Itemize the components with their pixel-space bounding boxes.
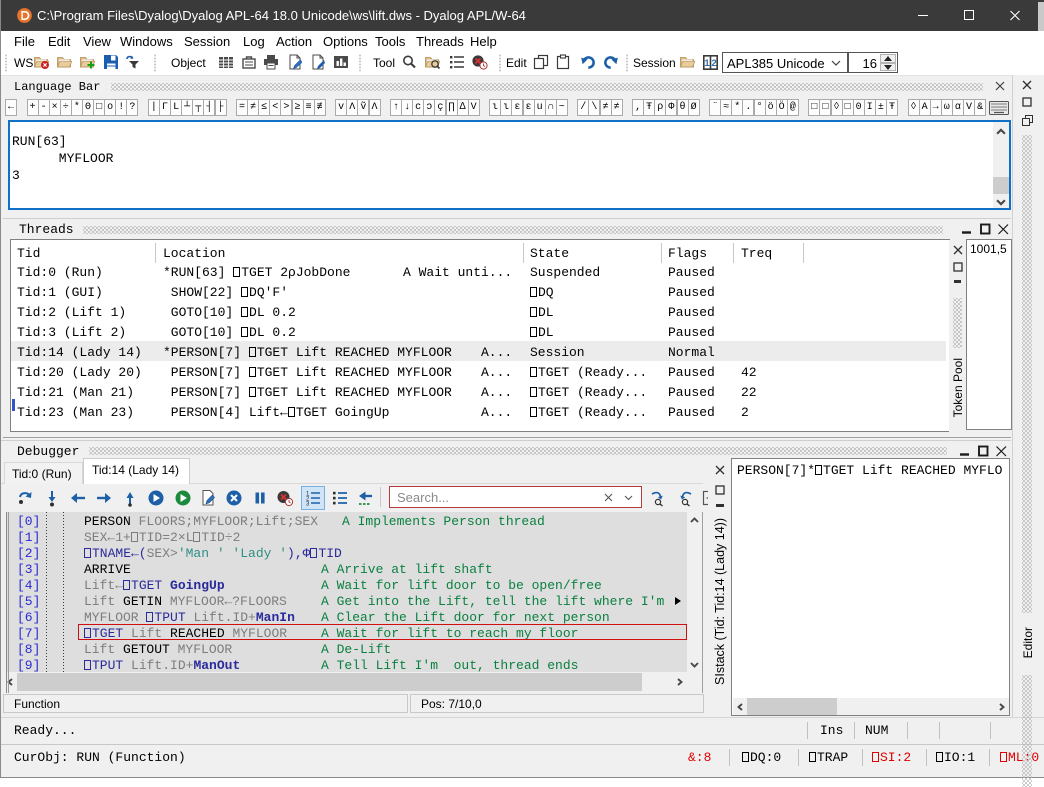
svg-text:3: 3	[306, 502, 310, 508]
svg-text:2: 2	[712, 58, 717, 69]
svg-text:1: 1	[704, 58, 710, 69]
